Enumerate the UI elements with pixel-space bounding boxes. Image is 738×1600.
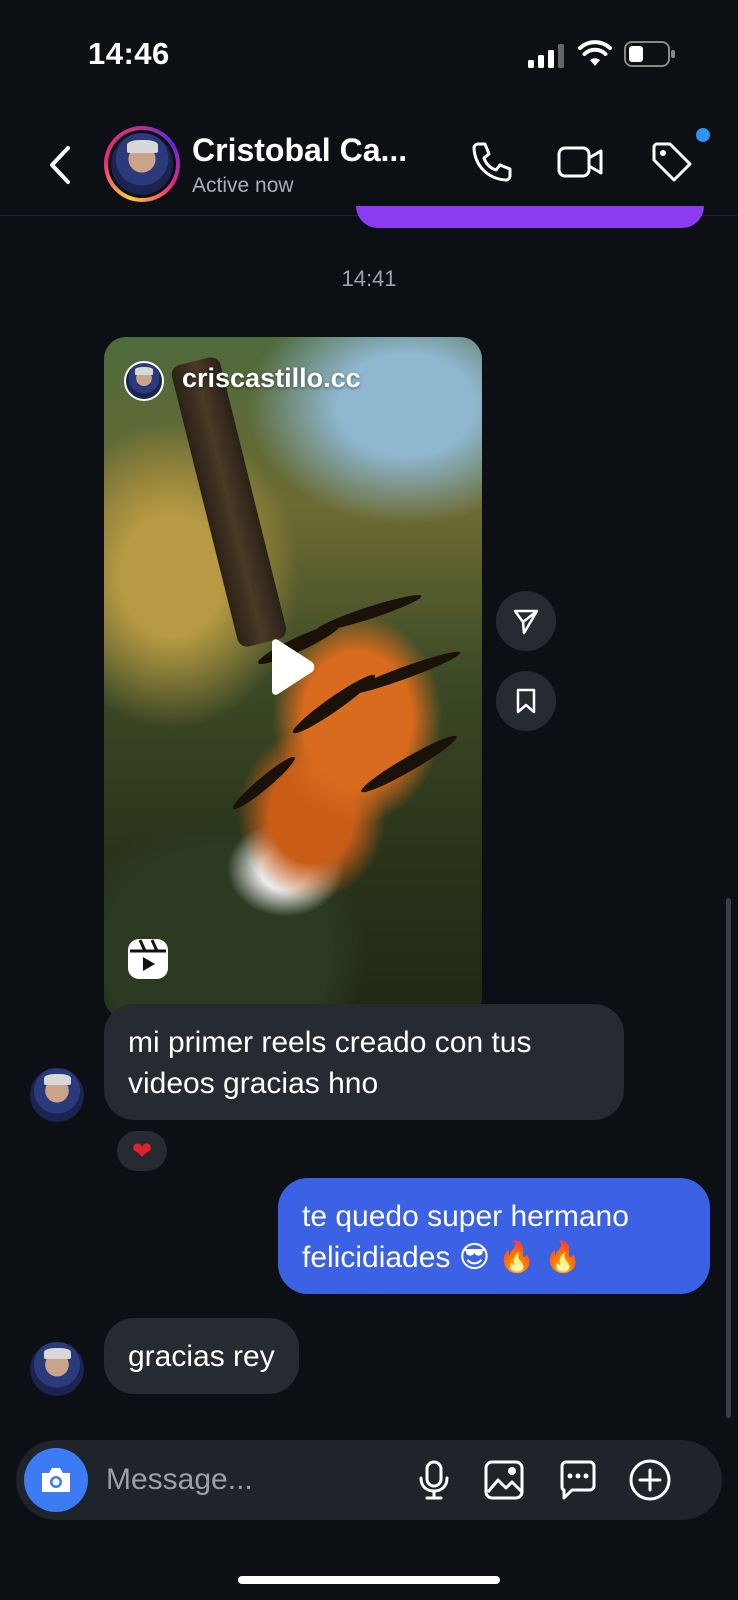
thread-timestamp: 14:41 [341,266,397,291]
message-composer [16,1440,722,1520]
reel-thumbnail [169,355,289,649]
play-icon[interactable] [264,637,318,697]
save-reel-button[interactable] [496,671,556,731]
scroll-indicator[interactable] [726,898,731,1418]
reels-icon [128,939,168,979]
share-reel-button[interactable] [496,591,556,651]
notification-dot [696,128,710,142]
contact-avatar[interactable] [104,126,180,202]
camera-icon [42,1468,70,1492]
contact-name[interactable]: Cristobal Ca... [192,132,407,169]
reel-author-avatar[interactable] [124,361,164,401]
status-bar: 14:46 [0,0,738,110]
battery-icon [624,41,675,67]
avatar-photo [111,133,173,195]
wifi-icon [578,40,612,66]
reel-username[interactable]: criscastillo.cc [182,363,361,394]
message-input[interactable] [106,1458,396,1502]
status-time: 14:46 [88,36,170,71]
camera-button[interactable] [24,1448,88,1512]
sender-avatar[interactable] [30,1068,84,1122]
sticker-chat-icon[interactable] [556,1458,600,1502]
message-bubble-incoming[interactable]: gracias rey [104,1318,299,1394]
phone-icon[interactable] [468,138,516,186]
tag-icon[interactable] [648,138,696,186]
message-bubble-incoming[interactable]: mi primer reels creado con tus videos gr… [104,1004,624,1120]
back-chevron-icon[interactable] [40,140,80,190]
home-indicator[interactable] [238,1576,500,1584]
gallery-icon[interactable] [482,1458,526,1502]
video-camera-icon[interactable] [556,138,604,186]
message-bubble-outgoing[interactable]: te quedo super hermano felicidiades 😎 🔥 … [278,1178,710,1294]
sender-avatar[interactable] [30,1342,84,1396]
previous-message-bubble[interactable] [356,206,704,228]
cellular-signal-icon [528,44,564,68]
shared-reel-card[interactable]: criscastillo.cc [104,337,482,1019]
bookmark-icon [516,688,536,714]
send-icon [513,609,539,635]
plus-icon[interactable] [628,1458,672,1502]
microphone-icon[interactable] [412,1458,456,1502]
contact-status: Active now [192,174,294,197]
heart-reaction[interactable]: ❤ [114,1128,170,1174]
chat-header: Cristobal Ca... Active now [0,110,738,216]
